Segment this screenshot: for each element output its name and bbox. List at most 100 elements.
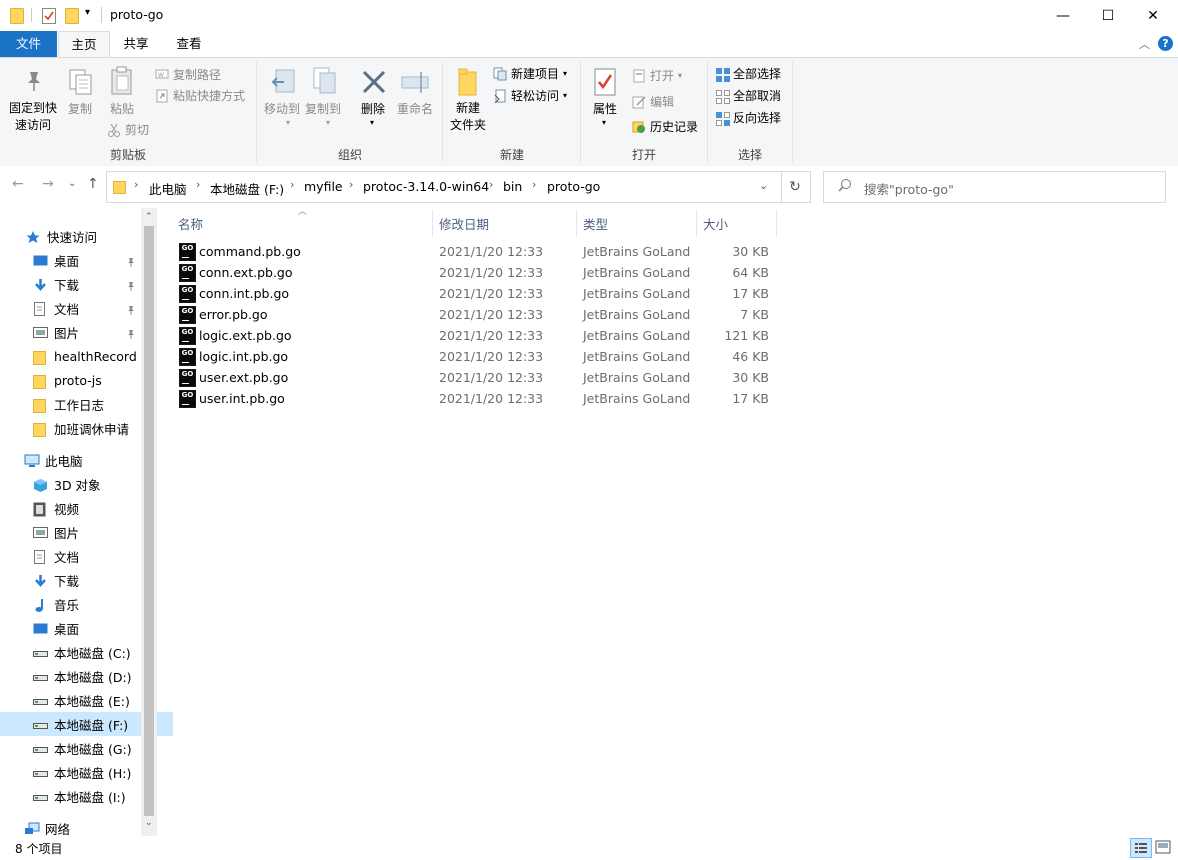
file-row[interactable]: GO conn.int.pb.go 2021/1/20 12:33 JetBrains… xyxy=(176,284,776,305)
file-row[interactable]: GO conn.ext.pb.go 2021/1/20 12:33 JetBrains… xyxy=(176,263,776,284)
column-divider[interactable] xyxy=(432,210,433,236)
sidebar-item-label: 桌面 xyxy=(54,621,80,637)
column-divider[interactable] xyxy=(696,210,697,236)
new-item-button[interactable]: 新建项目 ▾ xyxy=(493,65,567,82)
pinned-icon[interactable] xyxy=(126,255,135,270)
invert-selection-icon xyxy=(715,111,730,126)
new-folder-button[interactable]: 新建 文件夹 xyxy=(446,100,490,134)
scroll-down-icon[interactable]: ⌄ xyxy=(145,818,153,828)
details-view-icon[interactable] xyxy=(1130,838,1152,858)
new-folder-label-line1: 新建 xyxy=(455,101,480,115)
new-folder-quick-icon[interactable] xyxy=(65,8,79,24)
search-input[interactable]: 搜索"proto-go" xyxy=(864,179,954,198)
search-box[interactable]: 搜索"proto-go" xyxy=(823,171,1166,203)
sidebar-item-label: 桌面 xyxy=(54,253,80,269)
breadcrumb-item[interactable]: 此电脑 xyxy=(149,179,187,198)
chevron-right-icon[interactable]: › xyxy=(196,178,200,191)
chevron-right-icon[interactable]: › xyxy=(134,178,138,191)
select-all-button[interactable]: 全部选择 xyxy=(715,65,781,82)
sidebar-item-label: 本地磁盘 (F:) xyxy=(54,717,129,733)
copy-button[interactable]: 复制 xyxy=(64,101,96,118)
minimize-button[interactable]: — xyxy=(1040,0,1086,31)
pinned-icon[interactable] xyxy=(126,303,135,318)
file-row[interactable]: GO command.pb.go 2021/1/20 12:33 JetBrains … xyxy=(176,242,776,263)
paste-shortcut-button[interactable]: 粘贴快捷方式 xyxy=(155,87,245,104)
sidebar-scrollbar[interactable]: ⌃ ⌄ xyxy=(141,208,157,836)
column-divider[interactable] xyxy=(576,210,577,236)
back-arrow-icon[interactable]: ← xyxy=(12,176,24,192)
file-row[interactable]: GO logic.ext.pb.go 2021/1/20 12:33 JetBrain… xyxy=(176,326,776,347)
column-header-size[interactable]: 大小 xyxy=(703,214,728,233)
maximize-button[interactable]: ☐ xyxy=(1085,0,1131,31)
breadcrumb-item[interactable]: proto-go xyxy=(547,179,600,194)
address-bar[interactable]: › 此电脑 › 本地磁盘 (F:) › myfile › protoc-3.14… xyxy=(106,171,782,203)
column-divider[interactable] xyxy=(776,210,777,236)
close-button[interactable]: ✕ xyxy=(1130,0,1176,31)
search-icon xyxy=(838,178,852,195)
recent-locations-icon[interactable]: ⌄ xyxy=(68,178,76,189)
copy-icon xyxy=(68,68,94,99)
history-button[interactable]: 历史记录 xyxy=(632,118,698,135)
sidebar-item-this-pc[interactable]: 此电脑 xyxy=(0,448,164,472)
tab-home[interactable]: 主页 xyxy=(58,31,110,58)
file-name: logic.ext.pb.go xyxy=(199,328,292,343)
go-file-icon: GO xyxy=(179,306,196,324)
customize-quick-access-icon[interactable]: ▾ xyxy=(85,7,90,18)
file-row[interactable]: GO user.int.pb.go 2021/1/20 12:33 JetBrains… xyxy=(176,389,776,410)
properties-quick-icon[interactable] xyxy=(42,8,56,24)
copy-to-dropdown-icon: ▾ xyxy=(326,118,331,127)
rename-button[interactable]: 重命名 xyxy=(395,101,435,118)
file-name: conn.int.pb.go xyxy=(199,286,290,301)
chevron-right-icon[interactable]: › xyxy=(489,178,493,191)
help-icon[interactable]: ? xyxy=(1158,36,1173,51)
easy-access-button[interactable]: 轻松访问 ▾ xyxy=(493,87,567,104)
select-none-button[interactable]: 全部取消 xyxy=(715,87,781,104)
breadcrumb-item[interactable]: bin xyxy=(503,179,522,194)
file-size: 17 KB xyxy=(732,286,769,301)
easy-access-dropdown-icon: ▾ xyxy=(563,91,568,100)
tab-file[interactable]: 文件 xyxy=(0,31,57,57)
column-header-modified[interactable]: 修改日期 xyxy=(439,214,489,233)
open-button[interactable]: 打开 ▾ xyxy=(632,67,682,84)
sidebar-item-label: 此电脑 xyxy=(45,453,83,469)
file-modified: 2021/1/20 12:33 xyxy=(439,265,544,280)
breadcrumb-item[interactable]: 本地磁盘 (F:) xyxy=(210,179,284,198)
file-row[interactable]: GO user.ext.pb.go 2021/1/20 12:33 JetBrains… xyxy=(176,368,776,389)
tab-view[interactable]: 查看 xyxy=(165,31,213,57)
file-modified: 2021/1/20 12:33 xyxy=(439,391,544,406)
column-header-name[interactable]: 名称 xyxy=(178,214,203,233)
collapse-ribbon-icon[interactable]: ︿ xyxy=(1139,36,1150,52)
cut-button[interactable]: 剪切 xyxy=(107,121,149,138)
copy-path-button[interactable]: W 复制路径 xyxy=(155,66,221,83)
chevron-right-icon[interactable]: › xyxy=(290,178,294,191)
breadcrumb-item[interactable]: myfile xyxy=(304,179,343,194)
refresh-icon[interactable]: ↻ xyxy=(780,171,811,203)
paste-button[interactable]: 粘贴 xyxy=(104,101,140,118)
sidebar-item-label: 音乐 xyxy=(54,597,80,613)
move-to-button[interactable]: 移动到 xyxy=(262,101,302,118)
file-name: user.int.pb.go xyxy=(199,391,285,406)
scroll-up-icon[interactable]: ⌃ xyxy=(145,212,153,222)
copy-to-button[interactable]: 复制到 xyxy=(303,101,343,118)
address-history-dropdown-icon[interactable]: ⌄ xyxy=(759,179,768,192)
pinned-icon[interactable] xyxy=(126,327,135,342)
file-size: 17 KB xyxy=(732,391,769,406)
pin-to-quick-access-button[interactable]: 固定到快 速访问 xyxy=(4,100,62,134)
up-arrow-icon[interactable]: ↑ xyxy=(87,176,99,192)
properties-button[interactable]: 属性 xyxy=(590,101,620,118)
chevron-right-icon[interactable]: › xyxy=(349,178,353,191)
chevron-right-icon[interactable]: › xyxy=(532,178,536,191)
pinned-icon[interactable] xyxy=(126,279,135,294)
invert-selection-button[interactable]: 反向选择 xyxy=(715,109,781,126)
scrollbar-thumb[interactable] xyxy=(144,226,154,816)
forward-arrow-icon[interactable]: → xyxy=(42,176,54,192)
delete-button[interactable]: 删除 xyxy=(358,101,388,118)
select-all-icon xyxy=(715,67,730,82)
file-row[interactable]: GO error.pb.go 2021/1/20 12:33 JetBrains Go… xyxy=(176,305,776,326)
column-header-type[interactable]: 类型 xyxy=(583,214,608,233)
file-row[interactable]: GO logic.int.pb.go 2021/1/20 12:33 JetBrain… xyxy=(176,347,776,368)
tab-share[interactable]: 共享 xyxy=(112,31,160,57)
large-icons-view-icon[interactable] xyxy=(1154,839,1172,855)
edit-button[interactable]: 编辑 xyxy=(632,93,674,110)
breadcrumb-item[interactable]: protoc-3.14.0-win64 xyxy=(363,179,489,194)
